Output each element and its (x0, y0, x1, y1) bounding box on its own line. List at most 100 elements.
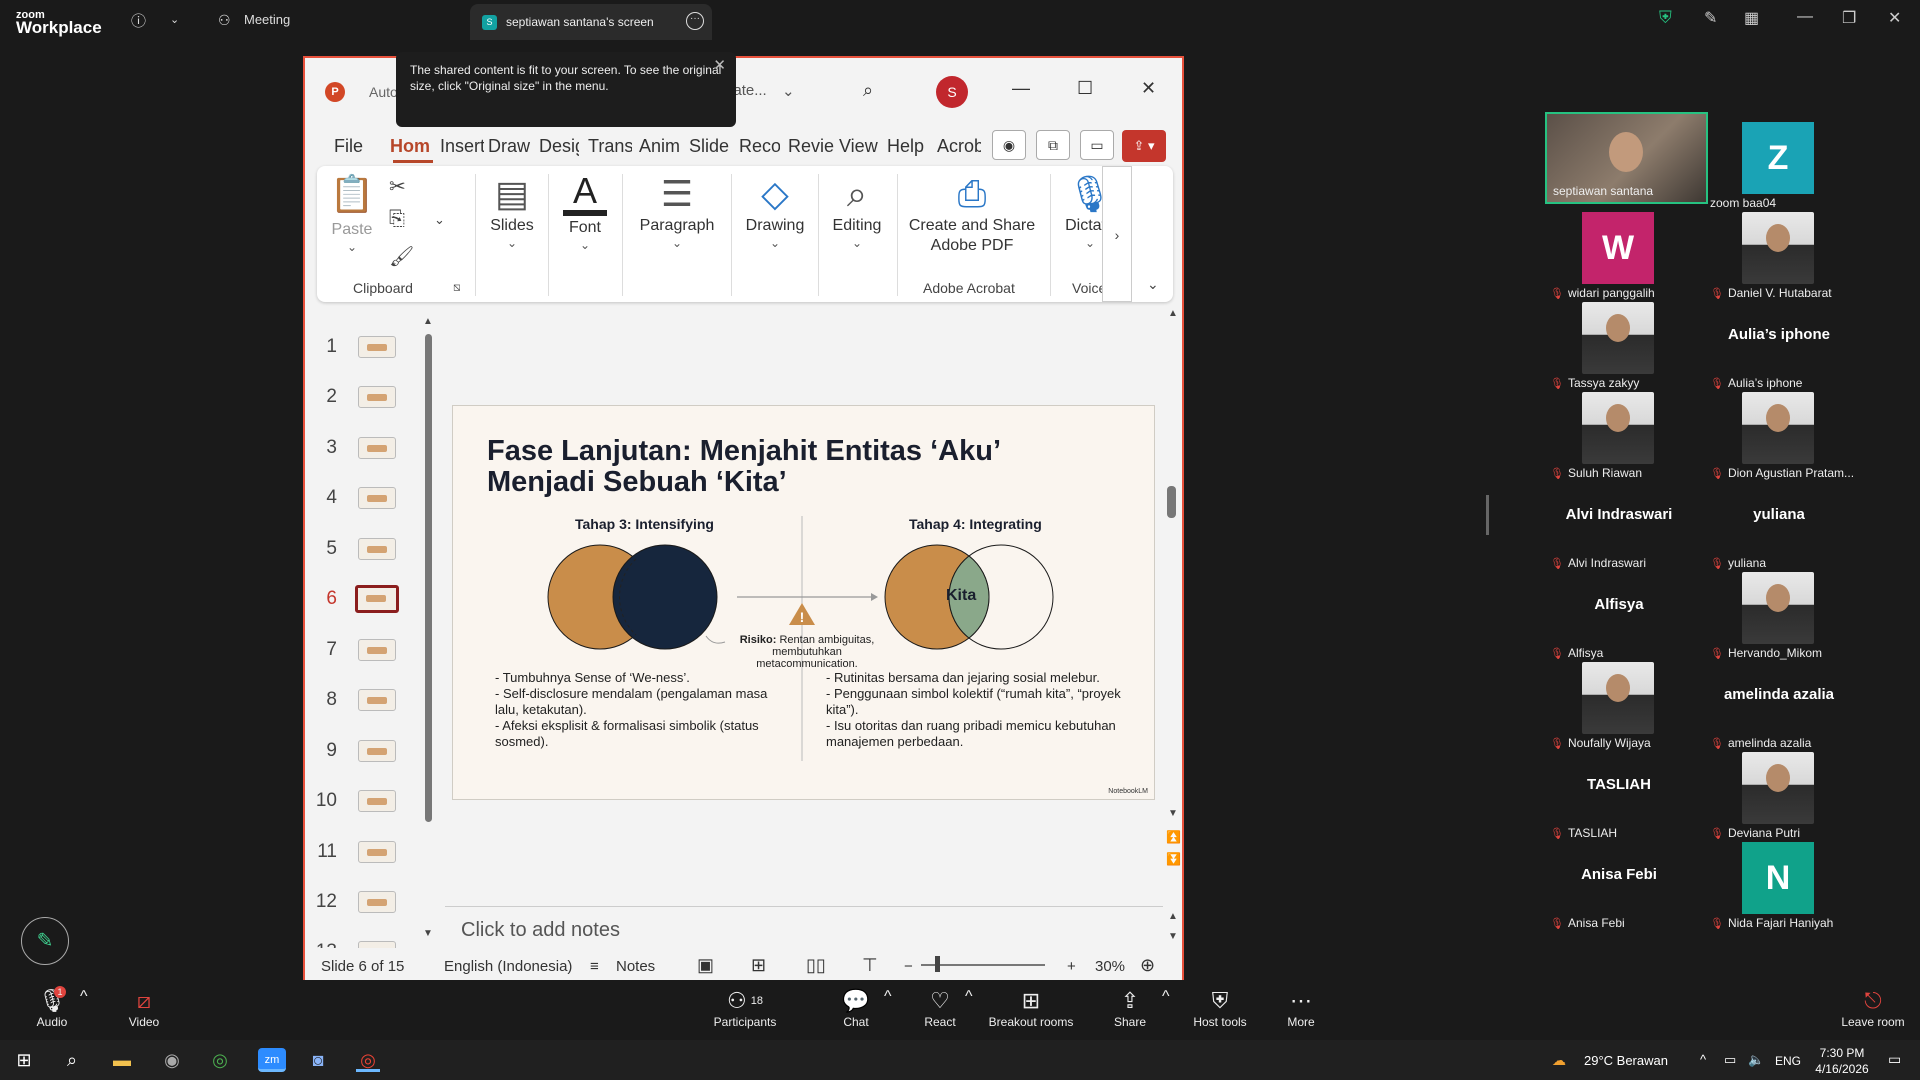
tab-home[interactable]: Hom (390, 136, 430, 157)
thumbnail-scrollbar[interactable]: ▲ ▼ (423, 316, 435, 940)
audio-button[interactable]: 🎙 Audio 1 (34, 986, 70, 1030)
tab-slideshow[interactable]: Slide (689, 136, 729, 157)
participant-tile[interactable]: 🎙 Deviana Putri (1704, 752, 1864, 842)
slideshow-icon[interactable]: ⊤ (862, 955, 878, 976)
drawing-button[interactable]: ◇ Drawing ⌄ (735, 172, 815, 250)
participant-tile[interactable]: 🎙 Hervando_Mikom (1704, 572, 1864, 662)
scroll-thumb[interactable] (425, 334, 432, 822)
annotate-pencil-button[interactable]: ✎ (21, 917, 69, 965)
tab-review[interactable]: Revie (788, 136, 834, 157)
slide-sorter-icon[interactable]: ⊞ (751, 955, 766, 976)
react-options-caret[interactable]: ^ (965, 988, 973, 1006)
clock-date[interactable]: 4/16/2026 (1810, 1062, 1874, 1076)
slide-thumbnail[interactable]: 3 (313, 429, 413, 469)
participants-button[interactable]: ⚇ 18 Participants (710, 988, 780, 1030)
slide-thumbnail[interactable]: 1 (313, 328, 413, 368)
chevron-down-icon[interactable]: ⌄ (170, 13, 179, 26)
reading-view-icon[interactable]: ▯▯ (806, 955, 826, 976)
more-options-icon[interactable]: ··· (686, 12, 704, 30)
notes-icon[interactable]: ≡ (590, 958, 599, 975)
slide-thumbnail[interactable]: 2 (313, 378, 413, 418)
current-slide[interactable]: Fase Lanjutan: Menjahit Entitas ‘Aku’ Me… (452, 405, 1155, 800)
font-button[interactable]: A Font ⌄ (555, 172, 615, 252)
slide-thumbnail[interactable]: 11 (313, 833, 413, 873)
user-avatar[interactable]: S (936, 76, 968, 108)
host-tools-button[interactable]: ⛨ Host tools (1190, 988, 1250, 1030)
ppt-close-icon[interactable]: ✕ (1141, 78, 1156, 99)
chevron-down-icon[interactable]: ⌄ (782, 82, 795, 100)
annotate-pencil-icon[interactable]: ✎ (1704, 8, 1717, 28)
participant-tile[interactable]: W 🎙 widari panggalih (1544, 212, 1704, 302)
participant-tile[interactable]: 🎙 Dion Agustian Pratam... (1704, 392, 1864, 482)
slide-scroll-thumb[interactable] (1167, 486, 1176, 518)
copilot-button[interactable]: ⧉ (1036, 130, 1070, 160)
file-explorer-icon[interactable]: ▬ (110, 1048, 134, 1072)
tab-file[interactable]: File (334, 136, 363, 157)
scroll-down-icon[interactable]: ▼ (423, 928, 433, 939)
paste-button[interactable]: 📋 Paste ⌄ (327, 172, 377, 254)
slide-thumbnail[interactable]: 8 (313, 681, 413, 721)
slide-thumbnail[interactable]: 13 (313, 933, 413, 948)
zoom-in-icon[interactable]: + (1067, 958, 1076, 975)
tab-help[interactable]: Help (887, 136, 924, 157)
previous-slide-icon[interactable]: ⏫ (1166, 830, 1181, 844)
tab-draw[interactable]: Draw (488, 136, 530, 157)
participant-tile[interactable]: Anisa Febi 🎙 Anisa Febi (1544, 842, 1704, 932)
volume-icon[interactable]: 🔈 (1748, 1052, 1764, 1068)
restore-icon[interactable]: ❐ (1842, 8, 1856, 28)
tab-acrobat[interactable]: Acrob (937, 136, 981, 157)
participant-tile[interactable]: yuliana 🎙 yuliana (1704, 482, 1864, 572)
ppt-maximize-icon[interactable]: ☐ (1077, 78, 1093, 99)
zoom-slider-thumb[interactable] (935, 956, 940, 972)
info-icon[interactable]: ⓘ (131, 10, 146, 31)
copy-icon[interactable]: ⎘ (389, 208, 405, 231)
slide-thumbnail[interactable]: 4 (313, 479, 413, 519)
search-icon[interactable]: ⌕ (863, 80, 873, 101)
participant-tile[interactable]: 🎙 Tassya zakyy (1544, 302, 1704, 392)
slides-button[interactable]: ▤ Slides ⌄ (482, 172, 542, 250)
normal-view-icon[interactable]: ▣ (697, 955, 714, 976)
share-screen-button[interactable]: ⇪ Share (1112, 988, 1148, 1030)
next-slide-icon[interactable]: ⏬ (1166, 852, 1181, 866)
zoom-out-icon[interactable]: − (904, 958, 913, 975)
slide-thumbnail[interactable]: 5 (313, 530, 413, 570)
slide-thumbnail[interactable]: 7 (313, 631, 413, 671)
search-icon[interactable]: ⌕ (60, 1048, 84, 1072)
share-options-caret[interactable]: ^ (1162, 988, 1170, 1006)
chat-button[interactable]: 💬 Chat (840, 988, 872, 1030)
scroll-up-icon[interactable]: ▲ (1168, 911, 1178, 922)
slide-thumbnail[interactable]: 10 (313, 782, 413, 822)
tab-insert[interactable]: Insert (440, 136, 484, 157)
dialog-launcher-icon[interactable]: ⧅ (453, 280, 461, 295)
share-button[interactable]: ⇪ ▾ (1122, 130, 1166, 162)
language-indicator[interactable]: ENG (1775, 1054, 1801, 1068)
clock-time[interactable]: 7:30 PM (1814, 1046, 1870, 1060)
participant-tile[interactable]: 🎙 Noufally Wijaya (1544, 662, 1704, 752)
language-indicator[interactable]: English (Indonesia) (444, 958, 572, 975)
network-icon[interactable]: ▭ (1724, 1052, 1736, 1068)
notes-pane[interactable]: Click to add notes ▲ ▼ (445, 906, 1178, 950)
zoom-level[interactable]: 30% (1095, 958, 1125, 975)
video-button[interactable]: ⧄ Video (126, 988, 162, 1030)
ribbon-scroll-right[interactable]: › (1102, 166, 1132, 302)
participant-tile[interactable]: 🎙 Suluh Riawan (1544, 392, 1704, 482)
paragraph-button[interactable]: ☰ Paragraph ⌄ (627, 172, 727, 250)
chevron-down-icon[interactable]: ⌄ (434, 212, 445, 228)
minimize-icon[interactable]: — (1797, 8, 1813, 26)
ribbon-collapse-icon[interactable]: ⌄ (1147, 276, 1159, 293)
shield-icon[interactable]: ⛨ (1659, 8, 1672, 28)
notes-toggle[interactable]: Notes (616, 958, 655, 975)
participant-tile[interactable]: Alvi Indraswari 🎙 Alvi Indraswari (1544, 482, 1704, 572)
editing-button[interactable]: ⌕ Editing ⌄ (822, 172, 892, 250)
close-icon[interactable]: ✕ (1888, 8, 1901, 28)
breakout-rooms-button[interactable]: ⊞ Breakout rooms (988, 988, 1074, 1030)
tab-animations[interactable]: Anim (639, 136, 680, 157)
leave-room-button[interactable]: ⎋ Leave room (1838, 988, 1908, 1030)
chrome-icon[interactable]: ◎ (208, 1048, 232, 1072)
windows-start-icon[interactable]: ⊞ (12, 1048, 36, 1072)
close-tooltip-icon[interactable]: ✕ (713, 58, 726, 74)
zoom-app-icon[interactable]: zm (258, 1048, 286, 1072)
tab-view[interactable]: View (839, 136, 878, 157)
tab-transitions[interactable]: Trans (588, 136, 632, 157)
chrome-profile-icon[interactable]: ◎ (356, 1048, 380, 1072)
